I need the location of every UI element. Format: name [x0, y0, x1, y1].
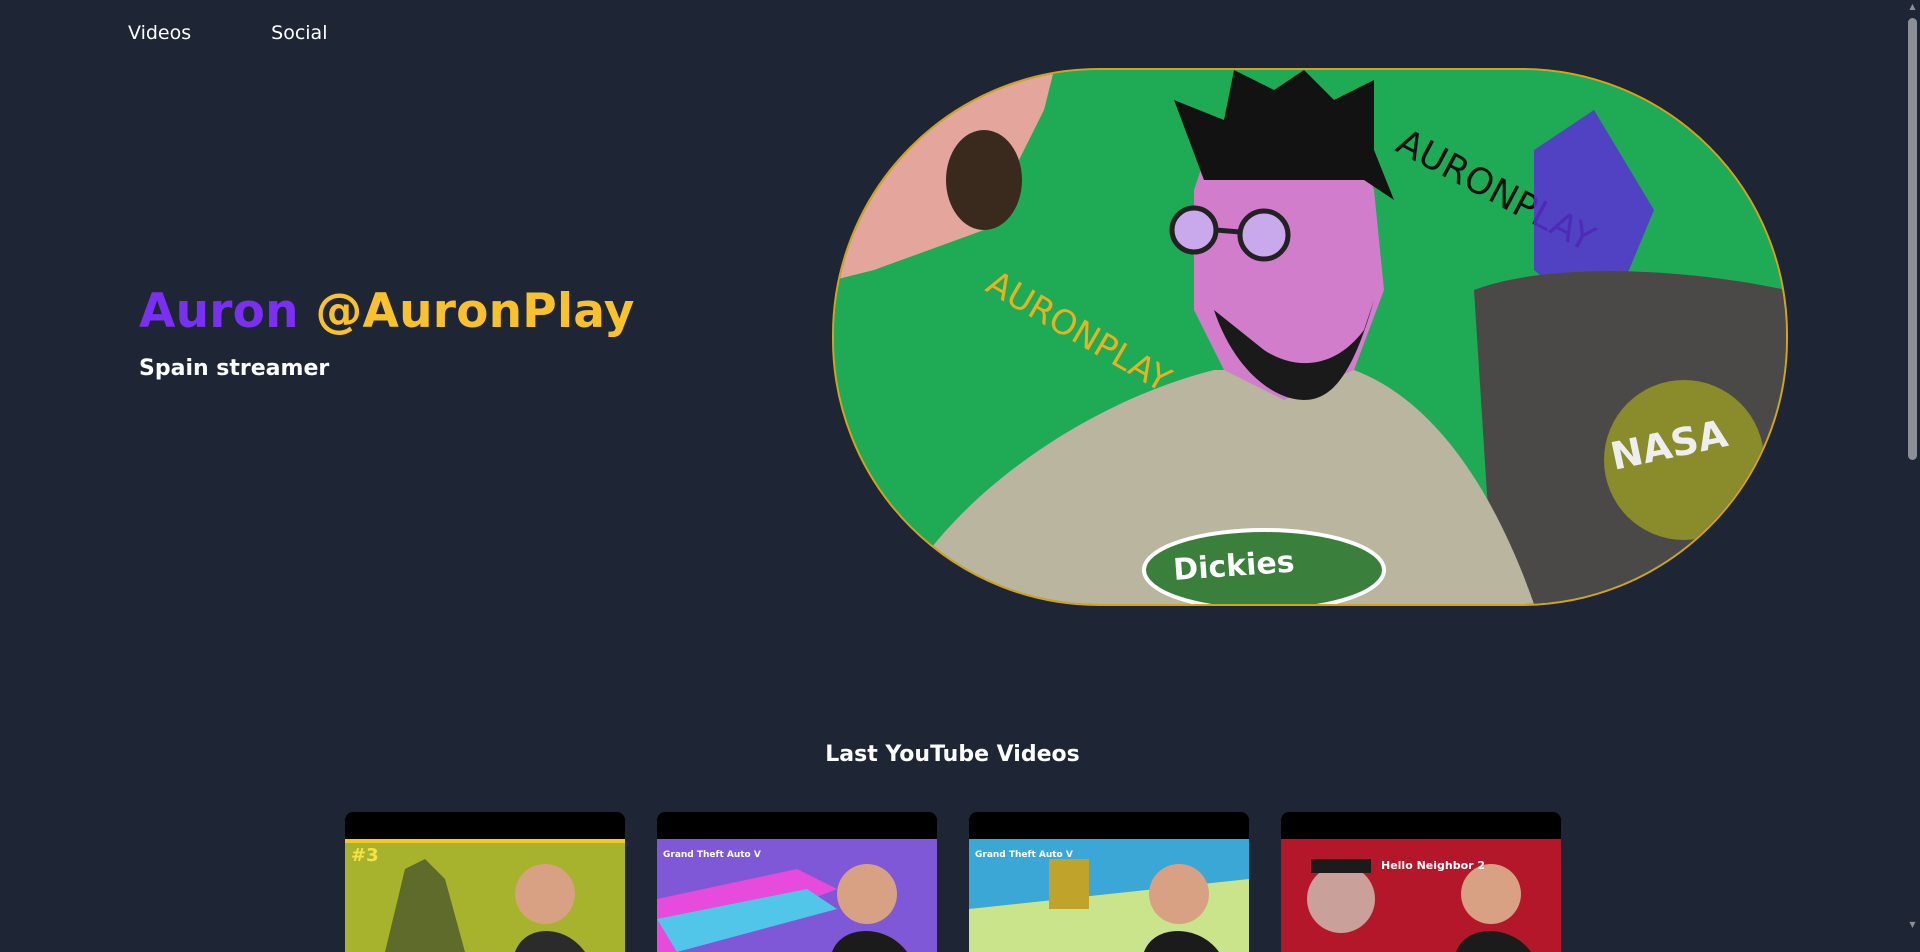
top-nav: Videos Social — [128, 22, 327, 44]
page-scrollbar[interactable]: ▲ ▼ — [1905, 0, 1920, 931]
videos-section-title: Last YouTube Videos — [825, 742, 1080, 767]
video-thumbnail-badge: #3 — [351, 845, 379, 866]
hero-name: Auron — [139, 284, 299, 339]
scroll-thumb[interactable] — [1908, 18, 1917, 460]
video-thumbnail-badge: Grand Theft Auto V — [975, 850, 1073, 860]
video-card[interactable]: Hello Neighbor 2 — [1281, 812, 1561, 952]
avatar-illustration: AURONPLAY AURONPLAY NASA Dickies — [832, 68, 1788, 606]
video-list: #3 Grand Theft Auto V Grand Theft Auto V… — [345, 812, 1561, 952]
hero-subtitle: Spain streamer — [139, 356, 330, 381]
nav-social-link[interactable]: Social — [271, 22, 327, 44]
video-thumbnail[interactable]: Hello Neighbor 2 — [1281, 839, 1561, 952]
nav-videos-link[interactable]: Videos — [128, 22, 191, 44]
scroll-up-icon[interactable]: ▲ — [1908, 2, 1917, 11]
video-thumbnail-badge: Hello Neighbor 2 — [1381, 859, 1485, 872]
video-card[interactable]: Grand Theft Auto V — [969, 812, 1249, 952]
hero-title: Auron @AuronPlay — [139, 284, 635, 339]
video-thumbnail[interactable]: Grand Theft Auto V — [969, 839, 1249, 952]
hero-handle: @AuronPlay — [315, 284, 635, 339]
video-card[interactable]: Grand Theft Auto V — [657, 812, 937, 952]
video-card[interactable]: #3 — [345, 812, 625, 952]
scroll-down-icon[interactable]: ▼ — [1908, 920, 1917, 929]
video-thumbnail[interactable]: Grand Theft Auto V — [657, 839, 937, 952]
video-thumbnail[interactable]: #3 — [345, 839, 625, 952]
video-thumbnail-badge: Grand Theft Auto V — [663, 850, 761, 860]
